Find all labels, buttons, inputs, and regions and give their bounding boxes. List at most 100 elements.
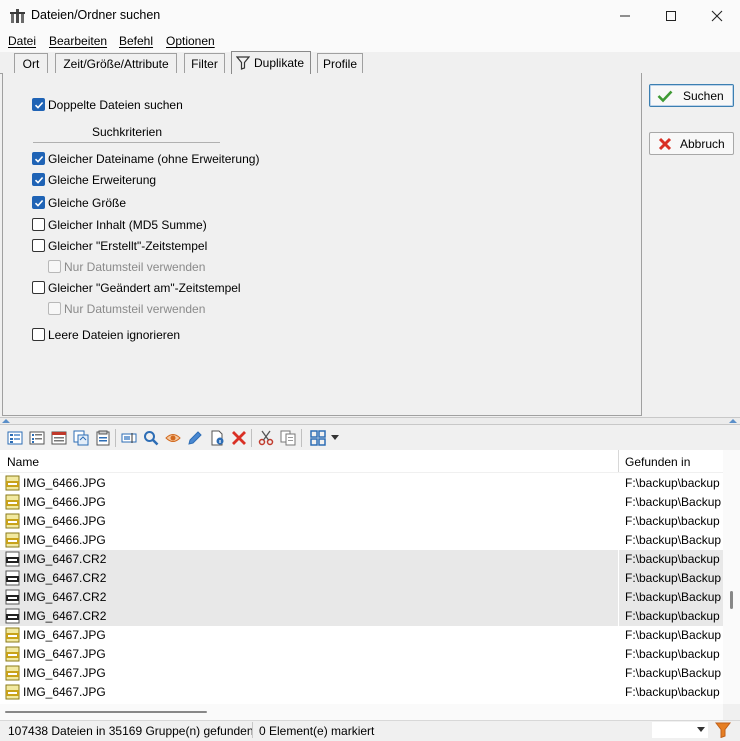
abort-button[interactable]: Abbruch: [649, 132, 734, 155]
column-divider[interactable]: [618, 450, 619, 472]
tab-profile[interactable]: Profile: [317, 53, 363, 74]
panel-splitter[interactable]: [0, 417, 740, 425]
tab-zeit-groesse-attribute[interactable]: Zeit/Größe/Attribute: [55, 53, 177, 74]
same-size-checkbox[interactable]: [32, 196, 45, 209]
menu-datei[interactable]: Datei: [8, 34, 36, 48]
maximize-button[interactable]: [648, 0, 694, 32]
table-row[interactable]: IMG_6467.CR2 F:\backup\backup: [0, 607, 723, 626]
file-properties-icon[interactable]: [120, 429, 138, 447]
modified-date-only-checkbox[interactable]: [48, 302, 61, 315]
row-filename: IMG_6466.JPG: [23, 495, 106, 509]
find-duplicates-label: Doppelte Dateien suchen: [48, 98, 183, 112]
vertical-scrollbar[interactable]: [723, 450, 740, 704]
raw-file-icon: [5, 608, 20, 624]
copy-list-icon[interactable]: [72, 429, 90, 447]
filter-funnel-icon[interactable]: [714, 722, 733, 740]
column-header-name[interactable]: Name: [7, 455, 39, 469]
abort-button-label: Abbruch: [680, 136, 725, 151]
splitter-up-arrow-icon[interactable]: [2, 419, 10, 423]
jpg-file-icon: [5, 494, 20, 510]
menu-bar: [0, 32, 740, 52]
view-eye-icon[interactable]: [164, 429, 182, 447]
tab-label: Zeit/Größe/Attribute: [63, 57, 169, 71]
menu-bearbeiten[interactable]: Bearbeiten: [49, 34, 107, 48]
filter-funnel-icon: [235, 56, 250, 70]
find-duplicates-checkbox[interactable]: [32, 98, 45, 111]
raw-file-icon: [5, 551, 20, 567]
table-row[interactable]: IMG_6466.JPG F:\backup\Backup: [0, 493, 723, 512]
modified-date-only-label: Nur Datumsteil verwenden: [64, 302, 206, 316]
table-row[interactable]: IMG_6467.CR2 F:\backup\backup: [0, 550, 723, 569]
dropdown-arrow-icon[interactable]: [329, 429, 341, 447]
same-modified-timestamp-label: Gleicher "Geändert am"-Zeitstempel: [48, 281, 241, 295]
column-divider: [618, 683, 619, 702]
same-created-timestamp-label: Gleicher "Erstellt"-Zeitstempel: [48, 239, 208, 253]
row-found-in: F:\backup\Backup: [625, 571, 722, 585]
list-view-icon[interactable]: [28, 429, 46, 447]
row-filename: IMG_6467.CR2: [23, 552, 107, 566]
jpg-file-icon: [5, 684, 20, 700]
table-row[interactable]: IMG_6467.CR2 F:\backup\Backup: [0, 569, 723, 588]
menu-optionen[interactable]: Optionen: [166, 34, 215, 48]
tab-ort[interactable]: Ort: [14, 53, 48, 74]
row-filename: IMG_6467.JPG: [23, 647, 106, 661]
table-row[interactable]: IMG_6467.JPG F:\backup\Backup: [0, 664, 723, 683]
menu-befehl[interactable]: Befehl: [119, 34, 153, 48]
search-button[interactable]: Suchen: [649, 84, 734, 107]
status-filter-combo[interactable]: [652, 722, 708, 738]
same-size-label: Gleiche Größe: [48, 196, 127, 210]
copy-icon[interactable]: [279, 429, 297, 447]
splitter-up-arrow-icon[interactable]: [729, 419, 737, 423]
maximize-icon: [666, 11, 676, 21]
jpg-file-icon: [5, 513, 20, 529]
table-row[interactable]: IMG_6466.JPG F:\backup\backup: [0, 512, 723, 531]
column-header-found-in[interactable]: Gefunden in: [625, 455, 690, 469]
close-button[interactable]: [694, 0, 740, 32]
horizontal-scroll-thumb[interactable]: [5, 711, 207, 713]
report-view-icon[interactable]: [50, 429, 68, 447]
row-found-in: F:\backup\Backup: [625, 590, 722, 604]
same-modified-timestamp-checkbox[interactable]: [32, 281, 45, 294]
minimize-icon: [620, 15, 630, 17]
export-list-icon[interactable]: [94, 429, 112, 447]
status-separator: [252, 722, 253, 738]
created-date-only-checkbox[interactable]: [48, 260, 61, 273]
tab-label: Duplikate: [253, 56, 305, 70]
column-divider: [618, 512, 619, 531]
column-divider: [618, 626, 619, 645]
tab-filter[interactable]: Filter: [184, 53, 225, 74]
same-extension-label: Gleiche Erweiterung: [48, 173, 157, 187]
table-row[interactable]: IMG_6466.JPG F:\backup\backup: [0, 474, 723, 493]
cut-icon[interactable]: [257, 429, 275, 447]
same-created-timestamp-checkbox[interactable]: [32, 239, 45, 252]
row-filename: IMG_6467.CR2: [23, 571, 107, 585]
table-row[interactable]: IMG_6467.JPG F:\backup\backup: [0, 645, 723, 664]
tab-duplikate[interactable]: Duplikate: [231, 51, 311, 74]
find-icon[interactable]: [142, 429, 160, 447]
row-filename: IMG_6466.JPG: [23, 514, 106, 528]
same-extension-checkbox[interactable]: [32, 173, 45, 186]
table-row[interactable]: IMG_6467.CR2 F:\backup\Backup: [0, 588, 723, 607]
toolbar-separator: [115, 429, 116, 447]
jpg-file-icon: [5, 646, 20, 662]
status-result-count: 107438 Dateien in 35169 Gruppe(n) gefund…: [8, 724, 254, 738]
search-button-label: Suchen: [683, 88, 724, 103]
delete-icon[interactable]: [230, 429, 248, 447]
same-content-md5-checkbox[interactable]: [32, 218, 45, 231]
same-filename-checkbox[interactable]: [32, 152, 45, 165]
row-found-in: F:\backup\Backup: [625, 666, 722, 680]
table-row[interactable]: IMG_6467.JPG F:\backup\Backup: [0, 626, 723, 645]
details-view-icon[interactable]: [6, 429, 24, 447]
file-info-icon[interactable]: [208, 429, 226, 447]
minimize-button[interactable]: [602, 0, 648, 32]
row-filename: IMG_6467.JPG: [23, 628, 106, 642]
vertical-scroll-thumb[interactable]: [730, 591, 733, 609]
grid-view-icon[interactable]: [309, 429, 327, 447]
edit-pencil-icon[interactable]: [186, 429, 204, 447]
table-row[interactable]: IMG_6467.JPG F:\backup\backup: [0, 683, 723, 702]
column-divider: [618, 607, 619, 626]
chevron-down-icon: [697, 727, 705, 732]
column-divider: [618, 569, 619, 588]
ignore-empty-files-checkbox[interactable]: [32, 328, 45, 341]
table-row[interactable]: IMG_6466.JPG F:\backup\Backup: [0, 531, 723, 550]
